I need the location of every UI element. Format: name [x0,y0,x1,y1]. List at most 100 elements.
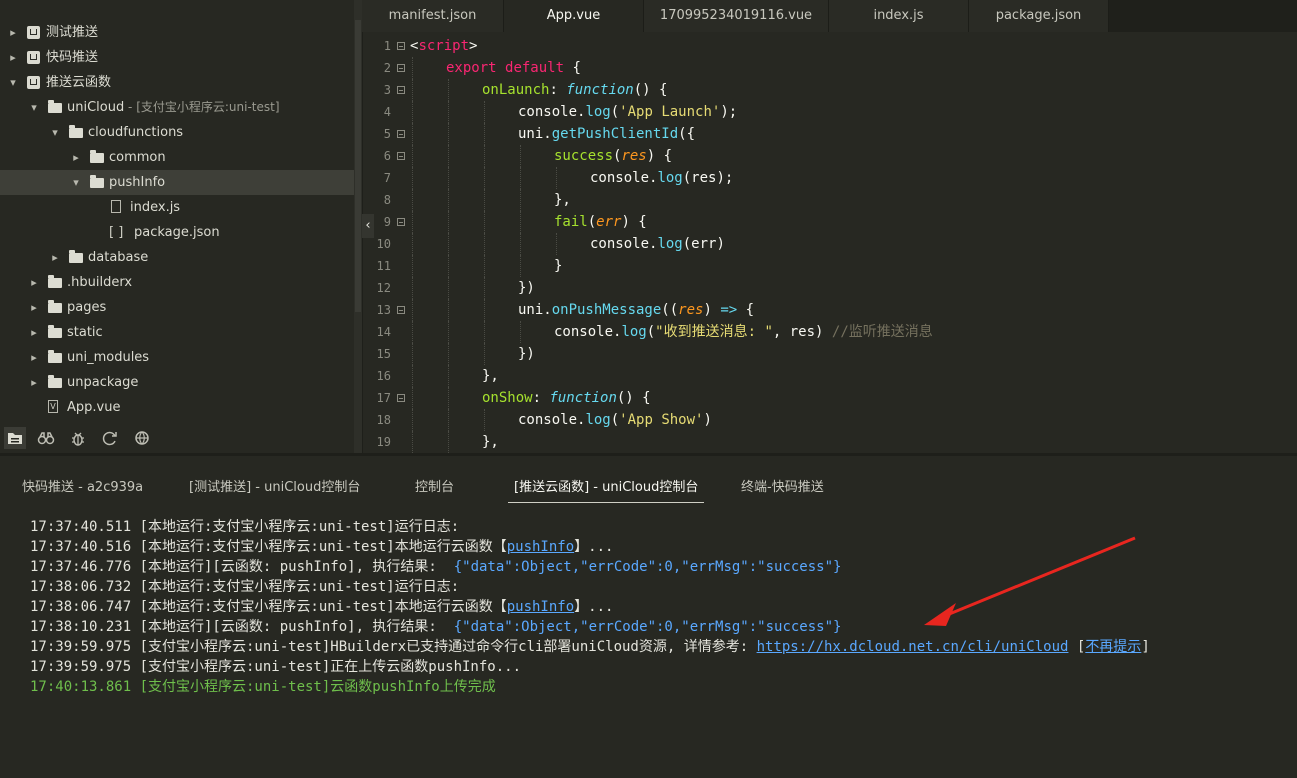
code-line[interactable]: 9 fail(err) { [362,211,1297,233]
console-link[interactable]: pushInfo [507,599,574,615]
tree-item[interactable]: ▸ 测试推送 [0,20,354,45]
sidebar-scrollbar-thumb[interactable] [355,20,361,312]
tree-item-label: static [67,325,103,340]
indent-guide [484,123,485,145]
indent-guide [484,255,485,277]
sidebar-scrollbar[interactable] [354,0,362,453]
tree-item-label: database [88,250,149,265]
tab-console[interactable]: 控制台 [415,478,454,502]
indent-guide [448,365,449,387]
tab-push-cloudfunction-unicloud-console[interactable]: [推送云函数] - uniCloud控制台 [508,478,705,503]
tree-item[interactable]: ▸ database [0,245,354,270]
tree-item[interactable]: ▾ cloudfunctions [0,120,354,145]
json-file-icon: [ ] [109,225,124,240]
chevron-right-icon[interactable]: ▸ [28,270,40,295]
code-line[interactable]: 5 uni.getPushClientId({ [362,123,1297,145]
project-icon [27,76,40,89]
code-line[interactable]: 7 console.log(res); [362,167,1297,189]
tab-index-js[interactable]: index.js [829,0,969,32]
tree-item[interactable]: [ ] package.json [0,220,354,245]
fold-toggle-icon[interactable] [397,394,405,402]
fold-toggle-icon[interactable] [397,86,405,94]
tab-manifest-json[interactable]: manifest.json [362,0,504,32]
tab-170995234019116-vue[interactable]: 170995234019116.vue [644,0,829,32]
chevron-right-icon[interactable]: ▸ [28,320,40,345]
tree-item[interactable]: ▾ 推送云函数 [0,70,354,95]
code-line[interactable]: 16}, [362,365,1297,387]
tab-package-json[interactable]: package.json [969,0,1109,32]
tree-item[interactable]: ▸ common [0,145,354,170]
console-result-object[interactable]: {"data":Object,"errCode":0,"errMsg":"suc… [454,559,842,575]
tree-item-label: cloudfunctions [88,125,184,140]
code-line[interactable]: 3 onLaunch: function() { [362,79,1297,101]
tab-kuaima-push[interactable]: 快码推送 - a2c939a [22,478,143,502]
chevron-right-icon[interactable]: ▸ [28,345,40,370]
indent-guide [520,145,521,167]
tree-item[interactable]: ▸ uni_modules [0,345,354,370]
chevron-right-icon[interactable]: ▸ [7,20,19,45]
tab-app-vue[interactable]: App.vue [504,0,644,32]
code-line[interactable]: 15}) [362,343,1297,365]
tree-item[interactable]: ▸ .hbuilderx [0,270,354,295]
indent-guide [448,299,449,321]
tree-item[interactable]: ▸ 快码推送 [0,45,354,70]
tree-item[interactable]: ▸ pages [0,295,354,320]
tree-item[interactable]: ▸ static [0,320,354,345]
code-editor[interactable]: 1 <script> 2 export default {3 onLaunch: fun… [362,35,1297,453]
binoculars-icon[interactable] [35,427,57,449]
console-link[interactable]: pushInfo [507,539,574,555]
tree-item[interactable]: ▾ uniCloud - [支付宝小程序云:uni-test] [0,95,354,120]
fold-toggle-icon[interactable] [397,42,405,50]
globe-icon[interactable] [131,427,153,449]
code-line[interactable]: 4 console.log('App Launch'); [362,101,1297,123]
chevron-right-icon[interactable]: ▸ [7,45,19,70]
fold-toggle-icon[interactable] [397,130,405,138]
fold-toggle-icon[interactable] [397,218,405,226]
chevron-down-icon[interactable]: ▾ [28,95,40,120]
code-line[interactable]: 11} [362,255,1297,277]
indent-guide [484,233,485,255]
console-line: 17:40:13.861 [支付宝小程序云:uni-test]云函数pushIn… [30,679,496,695]
indent-guide [448,321,449,343]
code-line[interactable]: 19}, [362,431,1297,453]
code-line[interactable]: 10 console.log(err) [362,233,1297,255]
fold-toggle-icon[interactable] [397,152,405,160]
chevron-down-icon[interactable]: ▾ [49,120,61,145]
chevron-right-icon[interactable]: ▸ [70,145,82,170]
console-link[interactable]: https://hx.dcloud.net.cn/cli/uniCloud [757,639,1069,655]
tree-item-label: App.vue [67,400,121,415]
code-line[interactable]: 6 success(res) { [362,145,1297,167]
tab-test-push-unicloud-console[interactable]: [测试推送] - uniCloud控制台 [189,478,360,502]
code-line[interactable]: 8}, [362,189,1297,211]
chevron-right-icon[interactable]: ▸ [28,370,40,395]
code-text: console.log(err) [590,236,725,252]
tree-item[interactable]: ▸ unpackage [0,370,354,395]
tree-item[interactable]: V App.vue [0,395,354,420]
code-line[interactable]: 17 onShow: function() { [362,387,1297,409]
chevron-right-icon[interactable]: ▸ [49,245,61,270]
code-line[interactable]: 1 <script> [362,35,1297,57]
code-line[interactable]: 2 export default { [362,57,1297,79]
code-line[interactable]: 12}) [362,277,1297,299]
bug-icon[interactable] [67,427,89,449]
indent-guide [448,343,449,365]
console-link[interactable]: 不再提示 [1085,639,1141,655]
code-text: }) [518,280,535,296]
code-line[interactable]: 14 console.log("收到推送消息: ", res) //监听推送消息 [362,321,1297,343]
code-line[interactable]: 13 uni.onPushMessage((res) => { [362,299,1297,321]
fold-toggle-icon[interactable] [397,306,405,314]
indent-guide [412,343,413,365]
chevron-down-icon[interactable]: ▾ [7,70,19,95]
tab-terminal-kuaima-push[interactable]: 终端-快码推送 [741,478,824,502]
chevron-right-icon[interactable]: ▸ [28,295,40,320]
indent-guide [484,167,485,189]
refresh-icon[interactable] [99,427,121,449]
tree-item[interactable]: ▾ pushInfo [0,170,354,195]
tree-item[interactable]: index.js [0,195,354,220]
code-line[interactable]: 18 console.log('App Show') [362,409,1297,431]
fold-toggle-icon[interactable] [397,64,405,72]
explorer-icon[interactable] [4,427,26,449]
chevron-down-icon[interactable]: ▾ [70,170,82,195]
line-number: 14 [376,325,391,339]
console-result-object[interactable]: {"data":Object,"errCode":0,"errMsg":"suc… [454,619,842,635]
